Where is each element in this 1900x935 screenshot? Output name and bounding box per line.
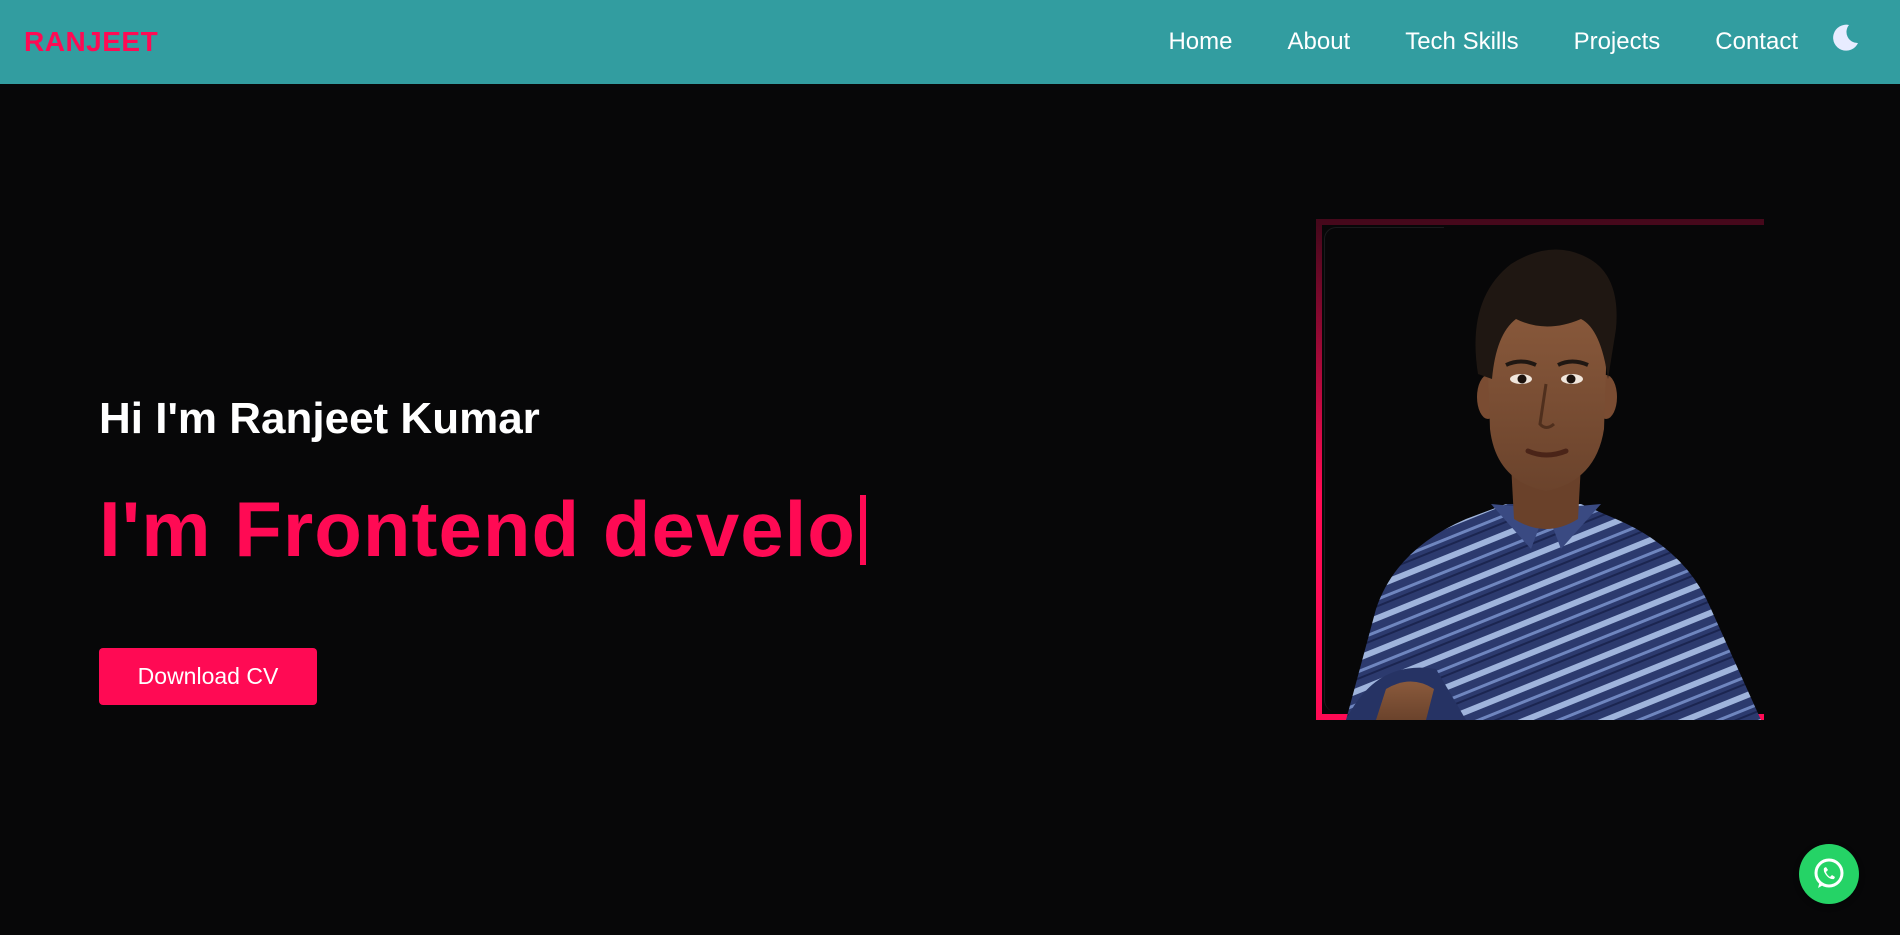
- nav-right: Home About Tech Skills Projects Contact: [1168, 0, 1900, 84]
- nav-link-tech-skills[interactable]: Tech Skills: [1405, 28, 1518, 56]
- download-cv-button[interactable]: Download CV: [99, 648, 317, 705]
- nav-links: Home About Tech Skills Projects Contact: [1168, 28, 1798, 56]
- typing-text: I'm Frontend develo: [99, 485, 856, 573]
- nav-link-home[interactable]: Home: [1168, 28, 1232, 56]
- nav-link-contact[interactable]: Contact: [1715, 28, 1798, 56]
- portrait-photo: [1346, 249, 1761, 720]
- theme-toggle-button[interactable]: [1828, 21, 1862, 55]
- nav-link-about[interactable]: About: [1287, 28, 1350, 56]
- hero-section: Hi I'm Ranjeet Kumar I'm Frontend develo…: [0, 84, 1900, 935]
- profile-photo-container: [1316, 219, 1764, 720]
- site-logo[interactable]: RANJEET: [24, 26, 158, 58]
- hero-greeting: Hi I'm Ranjeet Kumar: [99, 394, 540, 443]
- whatsapp-button[interactable]: [1799, 844, 1859, 904]
- moon-icon: [1833, 24, 1858, 51]
- typing-cursor: [859, 494, 866, 565]
- navbar: RANJEET Home About Tech Skills Projects …: [0, 0, 1900, 84]
- nav-link-projects[interactable]: Projects: [1574, 28, 1661, 56]
- whatsapp-icon: [1814, 858, 1844, 888]
- hero-role-line: I'm Frontend develo: [99, 484, 866, 575]
